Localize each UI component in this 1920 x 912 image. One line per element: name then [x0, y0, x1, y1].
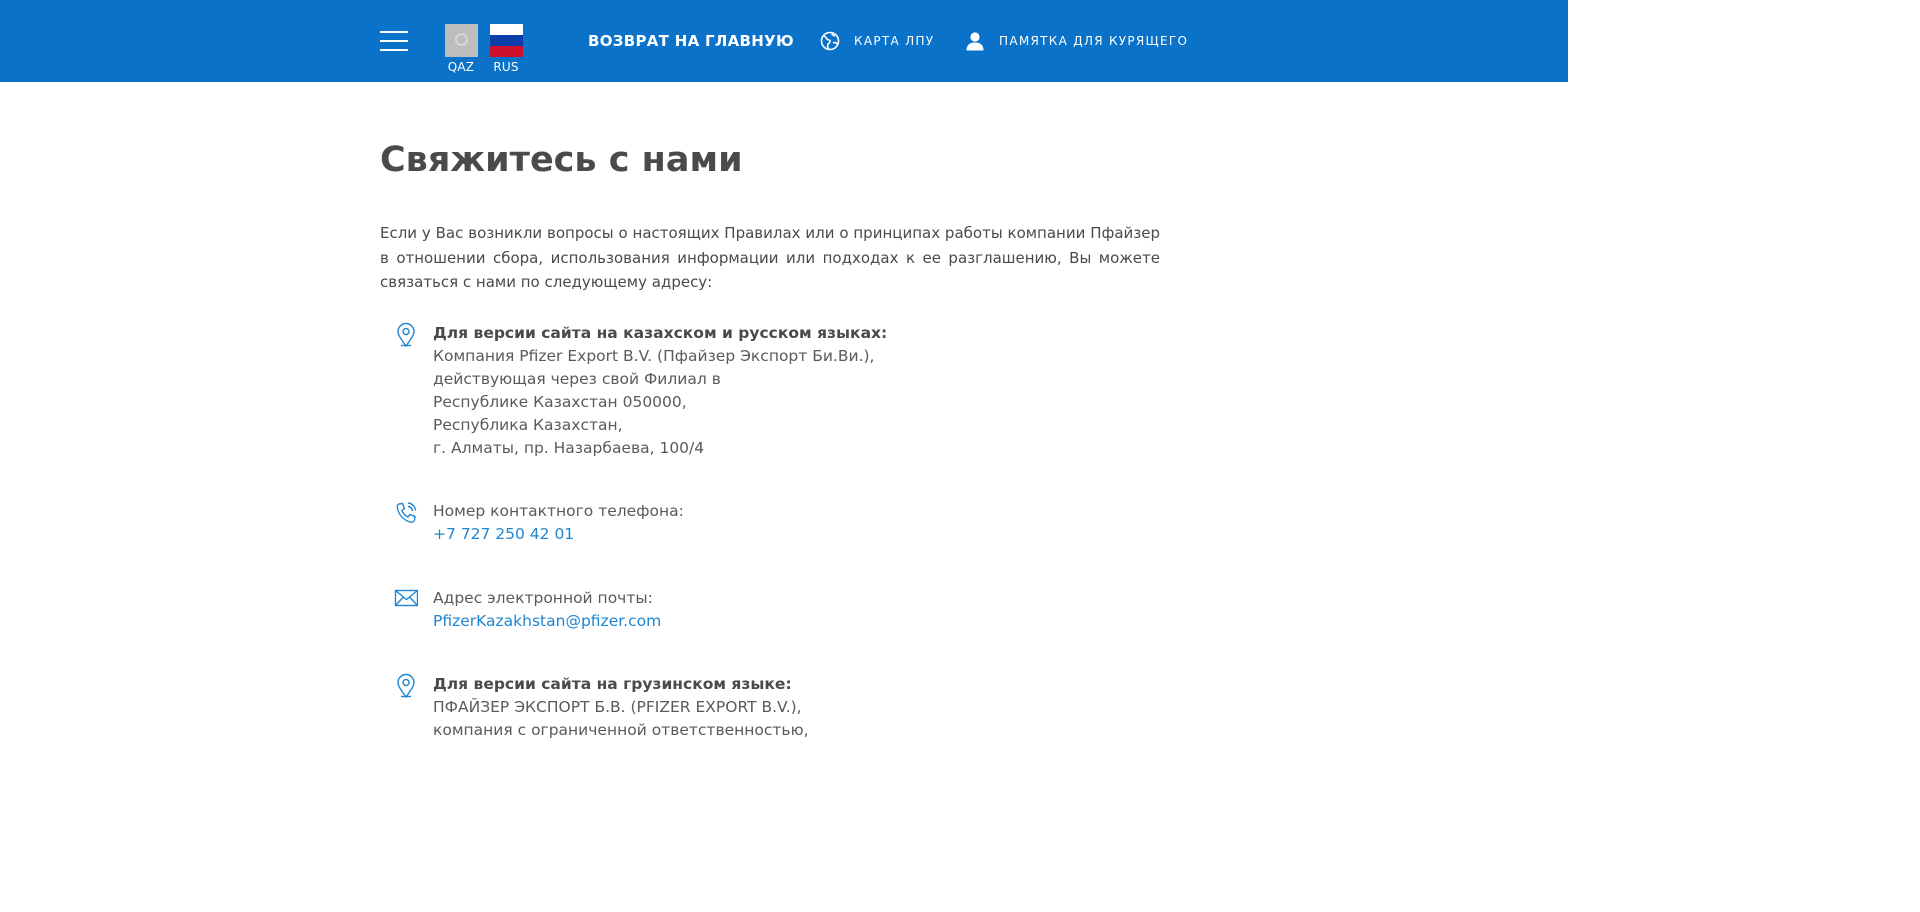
page-title: Свяжитесь с нами: [380, 140, 743, 180]
phone-label: Номер контактного телефона:: [433, 502, 684, 520]
map-link-label: КАРТА ЛПУ: [854, 34, 935, 48]
envelope-icon: [394, 589, 418, 607]
russia-flag-icon: [489, 24, 523, 57]
language-qaz-button[interactable]: QAZ: [444, 24, 478, 74]
map-link[interactable]: КАРТА ЛПУ: [820, 31, 940, 51]
menu-icon-line: [380, 31, 408, 33]
address-line: действующая через свой Филиал в: [433, 370, 721, 388]
address-line: компания с ограниченной ответственностью…: [433, 721, 809, 739]
kazakhstan-flag-icon: [444, 24, 478, 57]
email-label: Адрес электронной почты:: [433, 589, 653, 607]
phone-link[interactable]: +7 727 250 42 01: [433, 523, 1133, 546]
location-pin-icon: [397, 322, 415, 348]
phone-icon: [396, 502, 417, 523]
address-line: Республике Казахстан 050000,: [433, 393, 687, 411]
user-icon: [966, 32, 984, 51]
language-rus-button[interactable]: RUS: [489, 24, 523, 74]
globe-icon: [820, 31, 840, 51]
address-kz-heading: Для версии сайта на казахском и русском …: [433, 324, 888, 342]
menu-icon-line: [380, 49, 408, 51]
address-line: г. Алматы, пр. Назарбаева, 100/4: [433, 439, 705, 457]
menu-icon[interactable]: [380, 31, 408, 51]
top-navigation-bar: QAZ RUS ВОЗВРАТ НА ГЛАВНУЮ КАРТА ЛПУ ПАМ…: [0, 0, 1568, 82]
address-line: Компания Pfizer Export B.V. (Пфайзер Экс…: [433, 347, 875, 365]
address-line: Республика Казахстан,: [433, 416, 623, 434]
location-pin-icon: [397, 673, 415, 699]
intro-paragraph: Если у Вас возникли вопросы о настоящих …: [380, 224, 1160, 291]
language-code: QAZ: [447, 60, 475, 74]
home-link[interactable]: ВОЗВРАТ НА ГЛАВНУЮ: [588, 32, 794, 50]
menu-icon-line: [380, 40, 408, 42]
address-line: ПФАЙЗЕР ЭКСПОРТ Б.В. (PFIZER EXPORT B.V.…: [433, 698, 802, 716]
address-ge-heading: Для версии сайта на грузинском языке:: [433, 675, 792, 693]
flag-emblem: [454, 33, 468, 46]
smoker-memo-label: ПАМЯТКА ДЛЯ КУРЯЩЕГО: [999, 34, 1189, 48]
language-code: RUS: [493, 60, 519, 74]
smoker-memo-link[interactable]: ПАМЯТКА ДЛЯ КУРЯЩЕГО: [965, 31, 1195, 51]
email-link[interactable]: PfizerKazakhstan@pfizer.com: [433, 610, 1133, 633]
